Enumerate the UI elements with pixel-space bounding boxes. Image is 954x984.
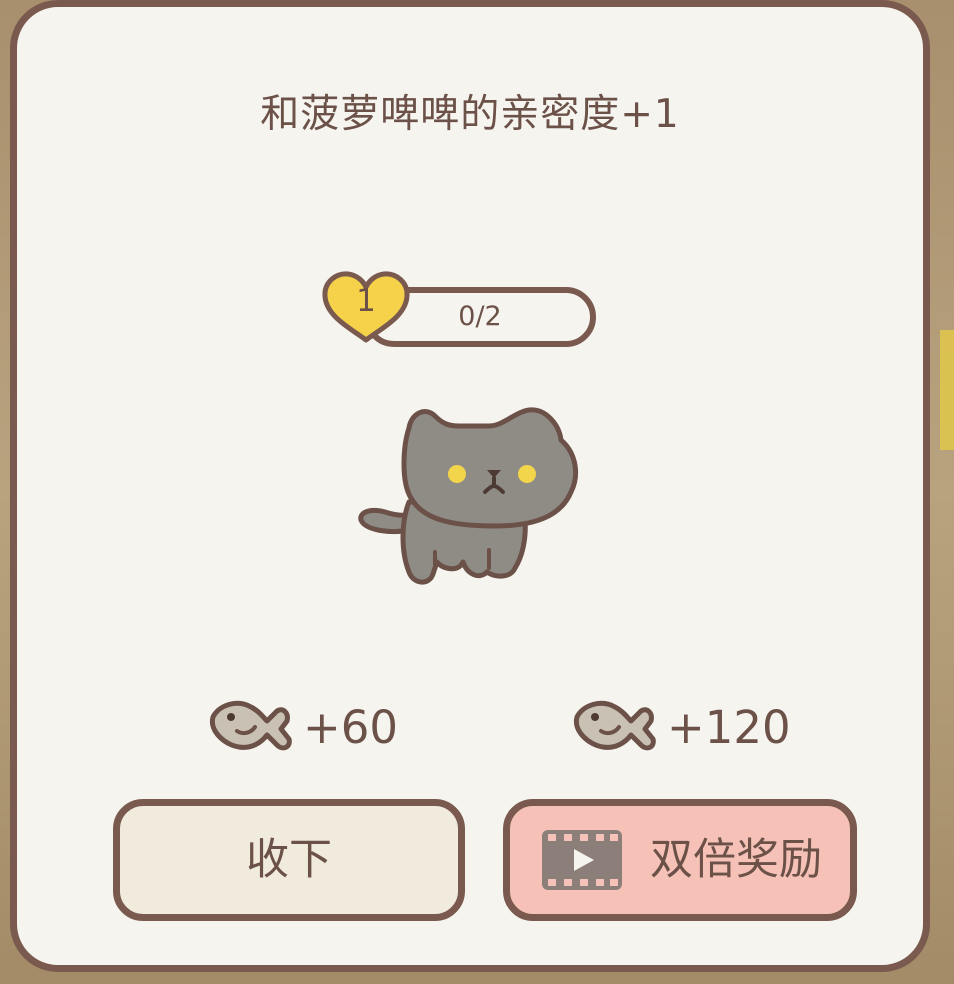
collect-button[interactable]: 收下: [113, 799, 465, 921]
dialog-title: 和菠萝啤啤的亲密度+1: [260, 92, 680, 137]
collect-button-label: 收下: [246, 835, 332, 885]
cat-illustration: [358, 407, 579, 585]
video-play-icon: [542, 830, 622, 890]
reward-double-amount: +120: [667, 701, 791, 754]
double-reward-button[interactable]: 双倍奖励: [503, 799, 857, 921]
reward-single-amount: +60: [303, 701, 398, 754]
double-reward-button-label: 双倍奖励: [650, 835, 822, 885]
game-screen: 和菠萝啤啤的亲密度+1 0/2 1 +60 +120 收下 双倍奖励: [0, 0, 954, 984]
background-edge: [940, 330, 954, 450]
reward-dialog: 和菠萝啤啤的亲密度+1 0/2 1 +60 +120 收下 双倍奖励: [10, 0, 930, 972]
fish-icon: [209, 700, 292, 751]
affinity-level: 1: [356, 283, 376, 319]
fish-icon: [573, 700, 656, 751]
